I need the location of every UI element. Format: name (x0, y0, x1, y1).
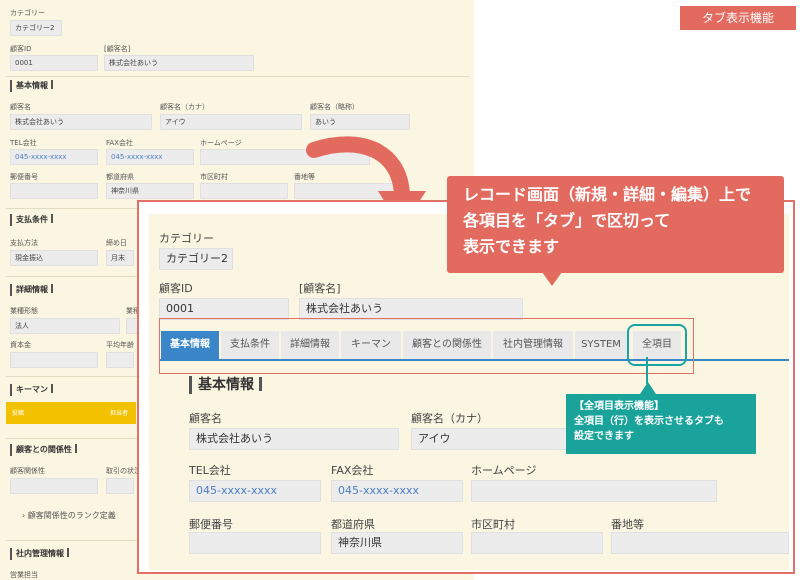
section-basic-info: 基本情報 (189, 376, 262, 394)
homepage-label: ホームページ (471, 464, 537, 477)
customer-name-label: [顧客名] (299, 282, 341, 295)
street-field[interactable] (611, 532, 789, 554)
teal-callout-line-3: 設定できます (574, 431, 634, 442)
industry-field[interactable]: 法人 (10, 318, 120, 334)
kana-field[interactable]: アイウ (160, 114, 302, 130)
category-label: カテゴリー (159, 232, 214, 245)
homepage-label: ホームページ (200, 139, 242, 147)
customer-id-label: 顧客ID (10, 45, 32, 53)
relation-label: 顧客関係性 (10, 467, 45, 475)
section-keyman: キーマン (10, 384, 53, 396)
main-callout-line-3: 表示できます (463, 237, 560, 256)
section-payment: 支払条件 (10, 214, 53, 226)
city-label: 市区町村 (200, 173, 228, 181)
city-label: 市区町村 (471, 518, 515, 531)
capital-label: 資本金 (10, 341, 31, 349)
section-basic-info: 基本情報 (10, 80, 53, 92)
postal-field[interactable] (189, 532, 321, 554)
internal-label: 営業担当 (10, 571, 38, 579)
pref-label: 都道府県 (106, 173, 134, 181)
avg-age-field[interactable] (106, 352, 134, 368)
postal-label: 郵便番号 (10, 173, 38, 181)
name-field[interactable]: 株式会社あいう (189, 428, 399, 450)
main-callout: レコード画面（新規・詳細・編集）上で 各項目を「タブ」で区切って 表示できます (447, 176, 784, 273)
all-items-highlight-ring (627, 324, 687, 366)
divider (6, 76, 470, 77)
tel-field[interactable]: 045-xxxx-xxxx (10, 149, 98, 165)
pay-method-field[interactable]: 現金振込 (10, 250, 98, 266)
name-label: 顧客名 (189, 412, 222, 425)
feature-badge: タブ表示機能 (680, 6, 796, 30)
customer-name-field[interactable]: 株式会社あいう (104, 55, 254, 71)
main-callout-line-2: 各項目を「タブ」で区切って (463, 211, 671, 230)
name-label: 顧客名 (10, 103, 31, 111)
tabs-highlight-box (159, 318, 694, 374)
pay-method-label: 支払方法 (10, 239, 38, 247)
category-select[interactable]: カテゴリー2 (159, 248, 233, 270)
city-field[interactable] (471, 532, 603, 554)
fax-field[interactable]: 045-xxxx-xxxx (331, 480, 463, 502)
industry-label: 業種形態 (10, 307, 38, 315)
all-items-callout: 【全項目表示機能】 全項目（行）を表示させるタブも 設定できます (566, 394, 756, 454)
customer-id-label: 顧客ID (159, 282, 193, 295)
fax-label: FAX会社 (331, 464, 374, 477)
teal-connector-line (646, 357, 648, 384)
customer-id-field[interactable]: 0001 (159, 298, 289, 320)
section-detail: 詳細情報 (10, 284, 53, 296)
relation-field[interactable] (10, 478, 98, 494)
kana-field[interactable]: アイウ (411, 428, 571, 450)
relation-rank-link[interactable]: › 顧客関係性のランク定義 (22, 510, 116, 521)
city-field[interactable] (200, 183, 288, 199)
keyman-col-person: 担当者 (110, 410, 129, 417)
keyman-col-title: 役職 (12, 410, 25, 417)
postal-label: 郵便番号 (189, 518, 233, 531)
section-internal: 社内管理情報 (10, 548, 69, 560)
capital-field[interactable] (10, 352, 98, 368)
pref-field[interactable]: 神奈川県 (106, 183, 194, 199)
tel-label: TEL会社 (189, 464, 231, 477)
teal-callout-line-2: 全項目（行）を表示させるタブも (574, 416, 724, 427)
category-select[interactable]: カテゴリー2 (10, 20, 62, 36)
fax-label: FAX会社 (106, 139, 133, 147)
relation2-field[interactable] (106, 478, 134, 494)
kana-label: 顧客名（カナ） (411, 412, 488, 425)
tel-label: TEL会社 (10, 139, 37, 147)
pref-label: 都道府県 (331, 518, 375, 531)
street-label: 番地等 (611, 518, 644, 531)
customer-id-field[interactable]: 0001 (10, 55, 98, 71)
short-name-label: 顧客名（略称） (310, 103, 359, 111)
postal-field[interactable] (10, 183, 98, 199)
fax-field[interactable]: 045-xxxx-xxxx (106, 149, 194, 165)
relation-rank-link-label: 顧客関係性のランク定義 (27, 511, 116, 520)
relation2-label: 取引の状況 (106, 467, 141, 475)
customer-name-field[interactable]: 株式会社あいう (299, 298, 523, 320)
pref-field[interactable]: 神奈川県 (331, 532, 463, 554)
closing-label: 締め日 (106, 239, 127, 247)
avg-age-label: 平均年齢 (106, 341, 134, 349)
keyman-header-bar: 役職 担当者 (6, 402, 136, 424)
homepage-field[interactable] (471, 480, 717, 502)
teal-callout-line-1: 【全項目表示機能】 (574, 401, 664, 412)
section-relation: 顧客との関係性 (10, 444, 77, 456)
closing-field[interactable]: 月末 (106, 250, 134, 266)
main-callout-line-1: レコード画面（新規・詳細・編集）上で (463, 185, 752, 204)
customer-name-label: [顧客名] (104, 45, 131, 53)
kana-label: 顧客名（カナ） (160, 103, 209, 111)
main-callout-tail (542, 272, 562, 286)
tel-field[interactable]: 045-xxxx-xxxx (189, 480, 321, 502)
name-field[interactable]: 株式会社あいう (10, 114, 152, 130)
category-label: カテゴリー (10, 9, 45, 17)
teal-callout-tail (640, 382, 656, 394)
